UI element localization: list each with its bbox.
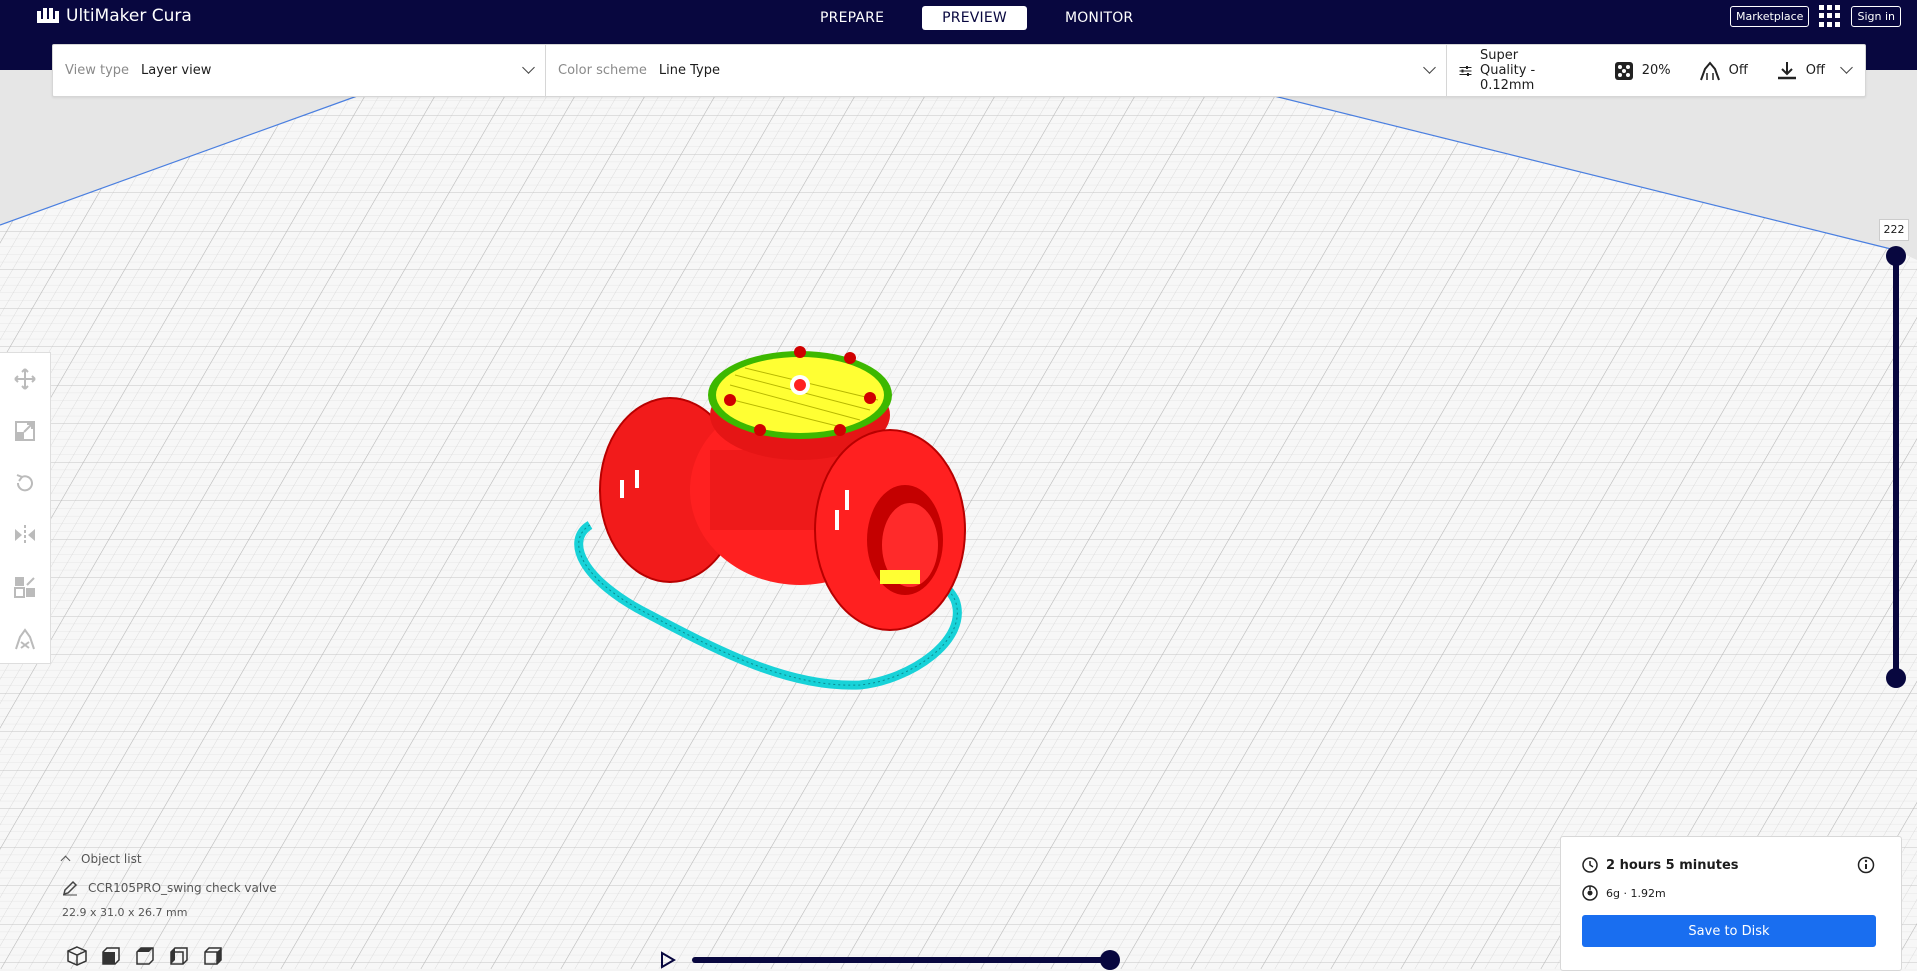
view-type-dropdown[interactable]: View type Layer view [53,45,546,96]
color-scheme-label: Color scheme [558,63,647,78]
top-view-icon[interactable] [134,946,156,966]
pencil-icon [62,880,78,896]
path-slider-track[interactable] [692,957,1110,963]
marketplace-button[interactable]: Marketplace [1730,5,1810,27]
app-title: UltiMaker Cura [66,6,192,26]
support-icon [1699,60,1720,80]
print-info-panel: 2 hours 5 minutes 6g · 1.92m Save to Dis… [1560,836,1902,971]
front-view-icon[interactable] [100,946,122,966]
support-value: Off [1728,63,1748,78]
signin-button[interactable]: Sign in [1851,5,1901,27]
per-model-settings-icon[interactable] [13,575,37,599]
app-logo: UltiMaker Cura [36,6,192,26]
stage-tabs: PREPARE PREVIEW MONITOR [800,6,1153,30]
layer-slider-upper-handle[interactable] [1886,246,1906,266]
scale-icon[interactable] [13,419,37,443]
tab-preview[interactable]: PREVIEW [922,6,1027,30]
sliced-model[interactable] [560,340,1060,740]
material-usage: 6g · 1.92m [1606,886,1666,900]
print-settings-dropdown[interactable]: Super Quality - 0.12mm 20% Off Off [1447,45,1865,96]
clock-icon [1582,857,1598,873]
print-time: 2 hours 5 minutes [1606,857,1739,873]
left-view-icon[interactable] [168,946,190,966]
view-toolbar: View type Layer view Color scheme Line T… [52,44,1866,97]
color-scheme-value: Line Type [658,63,720,78]
color-scheme-dropdown[interactable]: Color scheme Line Type [546,45,1447,96]
rotate-icon[interactable] [13,471,37,495]
profile-name: Super Quality - 0.12mm [1479,48,1536,93]
apps-grid-icon[interactable] [1819,5,1841,27]
play-icon[interactable] [660,951,676,969]
object-list-panel: Object list CCR105PRO_swing check valve … [60,852,277,919]
sliders-icon [1459,65,1472,76]
layer-slider-track[interactable] [1893,256,1899,678]
save-to-disk-button[interactable]: Save to Disk [1582,915,1876,947]
move-icon[interactable] [13,367,37,391]
object-list-item[interactable]: CCR105PRO_swing check valve [62,880,277,896]
tool-sidebar [0,352,51,664]
simulation-playback [660,950,1120,970]
object-name: CCR105PRO_swing check valve [88,881,277,895]
ultimaker-logo-icon [37,8,59,23]
chevron-down-icon [1423,61,1436,74]
infill-icon [1614,61,1633,80]
adhesion-icon [1777,61,1796,79]
object-dimensions: 22.9 x 31.0 x 26.7 mm [62,906,188,919]
adhesion-value: Off [1805,63,1825,78]
view-type-label: View type [65,63,130,78]
3d-viewport[interactable] [0,70,1917,969]
object-list-header[interactable]: Object list [60,852,277,866]
filament-spool-icon [1582,885,1598,901]
object-list-title: Object list [81,852,142,866]
support-blocker-icon[interactable] [13,627,37,651]
path-slider-handle[interactable] [1100,950,1120,970]
layer-slider-lower-handle[interactable] [1886,668,1906,688]
chevron-down-icon [1840,61,1853,74]
right-view-icon[interactable] [202,946,224,966]
info-icon[interactable] [1857,856,1875,874]
chevron-down-icon [522,61,535,74]
infill-value: 20% [1641,63,1671,78]
3d-view-icon[interactable] [66,946,88,966]
layer-number-input[interactable]: 222 [1879,219,1909,241]
tab-monitor[interactable]: MONITOR [1045,6,1153,30]
tab-prepare[interactable]: PREPARE [800,6,904,30]
camera-view-buttons [66,946,224,966]
chevron-up-icon [60,855,71,866]
mirror-icon[interactable] [13,523,37,547]
view-type-value: Layer view [141,63,212,78]
